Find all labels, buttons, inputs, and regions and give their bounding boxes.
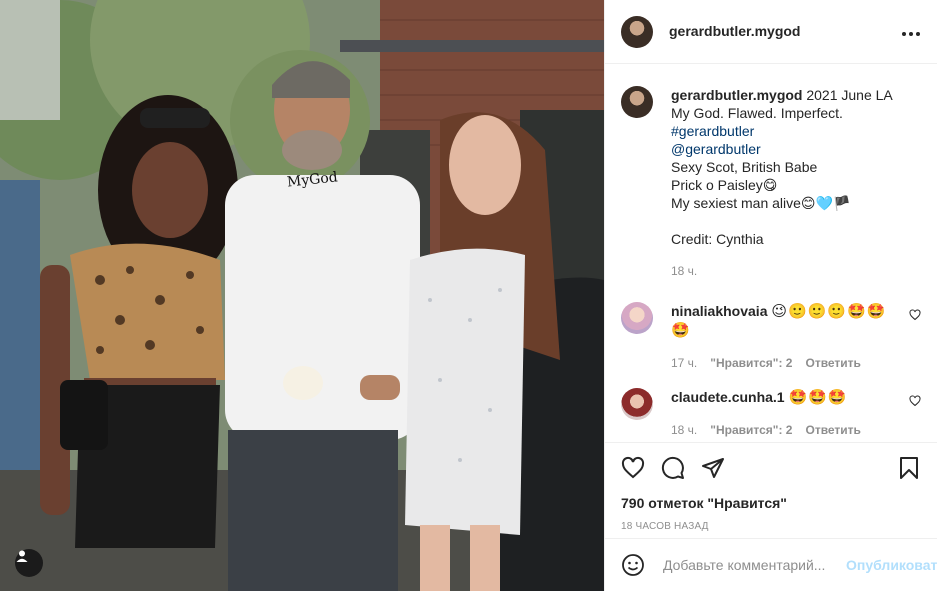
author-username[interactable]: gerardbutler.mygod [669, 23, 800, 39]
list-item: ninaliakhovaia 😉🙂🙂🙂🤩🤩🤩 17 ч. "Нравится":… [621, 302, 921, 372]
hashtag-link[interactable]: #gerardbutler [671, 122, 921, 140]
post-actions: 790 отметок "Нравится" 18 часов назад [605, 442, 937, 538]
commenter-avatar[interactable] [621, 302, 653, 334]
post-timestamp[interactable]: 18 часов назад [621, 521, 921, 532]
caption-line-6: Prick o Paisley😋 [671, 177, 778, 193]
comment-input[interactable] [661, 556, 846, 574]
comments-section: gerardbutler.mygod 2021 June LA My God. … [605, 64, 937, 442]
post-header: gerardbutler.mygod [605, 0, 937, 64]
publish-button[interactable]: Опубликовать [846, 557, 937, 573]
commenter-avatar[interactable] [621, 388, 653, 420]
author-avatar[interactable] [621, 15, 653, 48]
comment-likes[interactable]: "Нравится": 2 [710, 421, 792, 439]
caption-username[interactable]: gerardbutler.mygod [671, 87, 802, 103]
comment-bubble-icon[interactable] [661, 456, 685, 480]
instagram-post: MyGod gerardbutler.mygod gerardbutler.my… [0, 0, 937, 591]
list-item: claudete.cunha.1 🤩🤩🤩 18 ч. "Нравится": 2… [621, 388, 921, 439]
mention-link[interactable]: @gerardbutler [671, 140, 921, 158]
user-icon [16, 550, 28, 562]
like-heart-icon[interactable] [621, 456, 645, 480]
share-direct-icon[interactable] [701, 456, 725, 480]
caption-author-avatar[interactable] [621, 86, 653, 118]
add-comment-bar: Опубликовать [605, 538, 937, 591]
comment-text: 🤩🤩🤩 [788, 389, 848, 406]
caption-line-2: My God. Flawed. Imperfect. [671, 105, 843, 121]
save-bookmark-icon[interactable] [897, 456, 921, 480]
more-options-icon[interactable] [901, 21, 921, 42]
comment-time[interactable]: 18 ч. [671, 421, 697, 439]
caption-time[interactable]: 18 ч. [671, 262, 697, 280]
caption-comment: gerardbutler.mygod 2021 June LA My God. … [621, 86, 921, 280]
comment-likes[interactable]: "Нравится": 2 [710, 354, 792, 372]
caption-line-1: 2021 June LA [806, 87, 893, 103]
emoji-icon[interactable] [621, 553, 645, 577]
post-sidebar: gerardbutler.mygod gerardbutler.mygod 20… [604, 0, 937, 591]
reply-button[interactable]: Ответить [805, 421, 860, 439]
comment-time[interactable]: 17 ч. [671, 354, 697, 372]
post-photo[interactable]: MyGod [0, 0, 604, 591]
caption-line-5: Sexy Scot, British Babe [671, 159, 818, 175]
commenter-username[interactable]: claudete.cunha.1 [671, 389, 785, 405]
photo-illustration [0, 0, 604, 591]
like-comment-heart-icon[interactable] [909, 394, 921, 412]
caption-line-7: My sexiest man alive😊🩵🏴 [671, 195, 851, 211]
caption-credit: Credit: Cynthia [671, 231, 764, 247]
like-comment-heart-icon[interactable] [909, 308, 921, 326]
reply-button[interactable]: Ответить [805, 354, 860, 372]
like-count[interactable]: 790 отметок "Нравится" [621, 495, 921, 511]
commenter-username[interactable]: ninaliakhovaia [671, 303, 767, 319]
user-tag-button[interactable] [15, 549, 43, 577]
